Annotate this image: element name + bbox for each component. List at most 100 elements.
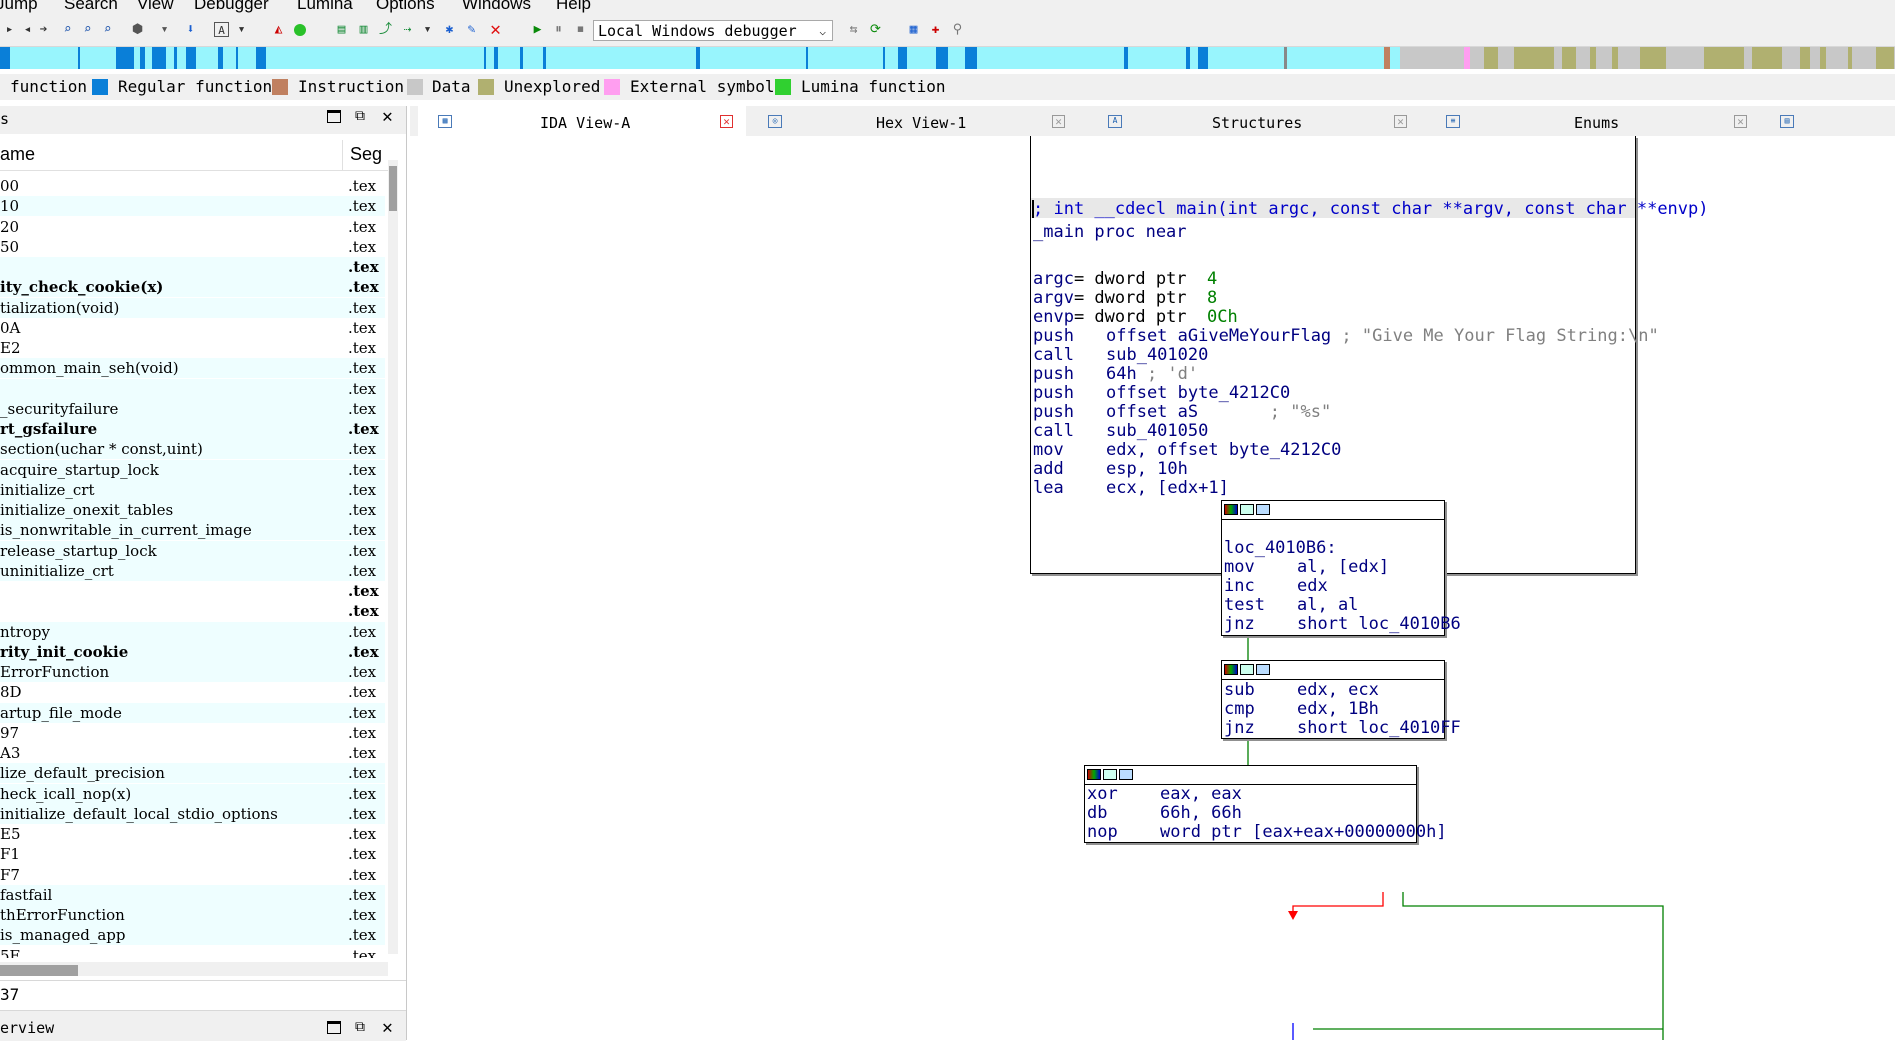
function-row[interactable]: heck_icall_nop(x) .tex (0, 783, 385, 804)
data-dropdown-icon[interactable]: ▾ (420, 22, 435, 37)
graph-icon[interactable] (1256, 664, 1270, 675)
close-icon[interactable]: ✕ (382, 106, 393, 127)
color-icon[interactable] (1087, 769, 1101, 780)
menu-lumina[interactable]: Lumina (297, 0, 353, 14)
forward-icon[interactable]: ◂ (20, 22, 35, 37)
close-tab-icon[interactable]: ✕ (1394, 115, 1407, 128)
close-tab-icon[interactable]: ✕ (1052, 115, 1065, 128)
function-row[interactable]: initialize_onexit_tables .tex (0, 500, 385, 520)
function-row[interactable]: is_managed_app .tex (0, 925, 385, 946)
restore-icon[interactable]: ⧉ (355, 108, 365, 124)
function-row[interactable]: 10 .tex (0, 196, 385, 217)
trace-icon[interactable]: ⚲ (950, 22, 965, 37)
function-row[interactable]: 20 .tex (0, 217, 385, 237)
function-row[interactable]: 50 .tex (0, 237, 385, 257)
function-row[interactable]: uninitialize_crt .tex (0, 560, 385, 581)
maximize-icon[interactable] (327, 110, 341, 123)
function-row[interactable]: ntropy .tex (0, 621, 385, 642)
graph-block-compare[interactable]: sub edx, ecx cmp edx, 1Bh jnz short loc_4010F… (1221, 660, 1461, 739)
edit-icon[interactable] (1103, 769, 1117, 780)
function-row[interactable]: .tex (0, 257, 385, 277)
close-icon[interactable]: ✕ (382, 1017, 393, 1038)
struct-icon[interactable]: ✱ (442, 22, 457, 37)
function-row[interactable]: 0A .tex (0, 318, 385, 338)
function-row[interactable]: A3 .tex (0, 743, 385, 763)
functions-vertical-scrollbar[interactable] (388, 160, 398, 954)
function-row[interactable]: initialize_default_local_stdio_options .t… (0, 803, 385, 824)
find-binary-icon[interactable]: ⌕ (80, 22, 95, 37)
menu-windows[interactable]: Windows (462, 0, 531, 14)
function-row[interactable]: fastfail .tex (0, 884, 385, 905)
graph-icon[interactable] (1119, 769, 1133, 780)
tab-structures[interactable]: A Structures ✕ (1088, 106, 1418, 136)
function-icon[interactable]: ⤴ (378, 22, 393, 37)
functions-vertical-scroll-thumb[interactable] (389, 166, 397, 211)
tab-ida-view-a[interactable]: ▦ IDA View-A ✕ (418, 106, 746, 136)
column-name[interactable]: ame (0, 144, 35, 165)
function-row[interactable]: .tex (0, 601, 385, 621)
jump-down-icon[interactable]: ⬇ (183, 22, 198, 37)
tab-enums[interactable]: ≡ Enums ✕ (1424, 106, 1754, 136)
edit-icon[interactable] (1240, 504, 1254, 515)
menu-view[interactable]: View (137, 0, 174, 14)
function-row[interactable]: 5F .tex (0, 946, 385, 959)
function-row[interactable]: rt_gsfailure .tex (0, 419, 385, 439)
text-view-icon[interactable]: A (214, 22, 229, 37)
navigation-band[interactable] (0, 47, 1895, 69)
function-row[interactable]: thErrorFunction .tex (0, 905, 385, 925)
graph-icon[interactable]: ◭ (271, 22, 286, 37)
function-row[interactable]: lize_default_precision .tex (0, 763, 385, 784)
close-tab-icon[interactable]: ✕ (1734, 115, 1747, 128)
function-row[interactable]: 8D .tex (0, 682, 385, 702)
function-row[interactable]: ommon_main_seh(void) .tex (0, 358, 385, 379)
graph-icon[interactable] (1256, 504, 1270, 515)
start-debug-icon[interactable]: ▶ (530, 22, 545, 37)
back-icon[interactable]: ▸ (2, 22, 17, 37)
restore-icon[interactable]: ⧉ (355, 1019, 365, 1035)
edit-icon[interactable]: ✎ (464, 22, 479, 37)
column-segment[interactable]: Seg (350, 144, 382, 165)
function-row[interactable]: is_nonwritable_in_current_image .tex (0, 520, 385, 541)
function-row[interactable]: .tex (0, 581, 385, 601)
function-row[interactable]: E2 .tex (0, 338, 385, 358)
function-row[interactable]: ity_check_cookie(x) .tex (0, 277, 385, 298)
color-icon[interactable] (1224, 664, 1238, 675)
function-row[interactable]: rity_init_cookie .tex (0, 641, 385, 662)
function-row[interactable]: 97 .tex (0, 723, 385, 743)
function-row[interactable]: 00 .tex (0, 176, 385, 196)
dropdown-arrow-icon[interactable]: ▾ (157, 22, 172, 37)
edit-icon[interactable] (1240, 664, 1254, 675)
tab-imports[interactable]: ▤ (1760, 106, 1820, 136)
function-row[interactable]: F1 .tex (0, 844, 385, 864)
functions-horizontal-scroll-thumb[interactable] (0, 965, 78, 976)
code-icon[interactable]: ▥ (356, 22, 371, 37)
lumina-status-icon[interactable] (294, 24, 306, 36)
function-row[interactable]: artup_file_mode .tex (0, 702, 385, 723)
tab-hex-view-1[interactable]: ◎ Hex View-1 ✕ (752, 106, 1082, 136)
menu-jump[interactable]: Jump (0, 0, 38, 14)
refresh-icon[interactable]: ⟳ (868, 22, 883, 37)
debugger-select[interactable]: Local Windows debugger ⌵ (593, 20, 833, 41)
function-row[interactable]: .tex (0, 378, 385, 399)
data-icon[interactable]: ⇢ (400, 22, 415, 37)
function-row[interactable]: F7 .tex (0, 865, 385, 885)
hex-icon[interactable]: ▤ (334, 22, 349, 37)
find-immediate-icon[interactable]: ⌕ (100, 22, 115, 37)
color-icon[interactable] (1224, 504, 1238, 515)
breakpoints-icon[interactable]: ▦ (906, 22, 921, 37)
close-tab-icon[interactable]: ✕ (720, 115, 733, 128)
menu-options[interactable]: Options (376, 0, 435, 14)
attach-icon[interactable]: ⇆ (846, 22, 861, 37)
add-breakpoint-icon[interactable]: ✚ (928, 22, 943, 37)
function-row[interactable]: initialize_crt .tex (0, 479, 385, 500)
function-row[interactable]: release_startup_lock .tex (0, 540, 385, 561)
menu-debugger[interactable]: Debugger (194, 0, 269, 14)
text-view-dropdown-icon[interactable]: ▾ (234, 22, 249, 37)
graph-view[interactable]: ; int __cdecl main(int argc, const char … (410, 136, 1895, 1040)
graph-block-fail[interactable]: xor eax, eax db 66h, 66h nop word ptr [eax+ea… (1084, 765, 1447, 843)
menu-help[interactable]: Help (556, 0, 591, 14)
function-row[interactable]: ErrorFunction .tex (0, 662, 385, 682)
forward-arrow-icon[interactable]: ➔ (36, 22, 51, 37)
list-icon[interactable]: ⬢ (130, 22, 145, 37)
find-text-icon[interactable]: ⌕ (60, 22, 75, 37)
